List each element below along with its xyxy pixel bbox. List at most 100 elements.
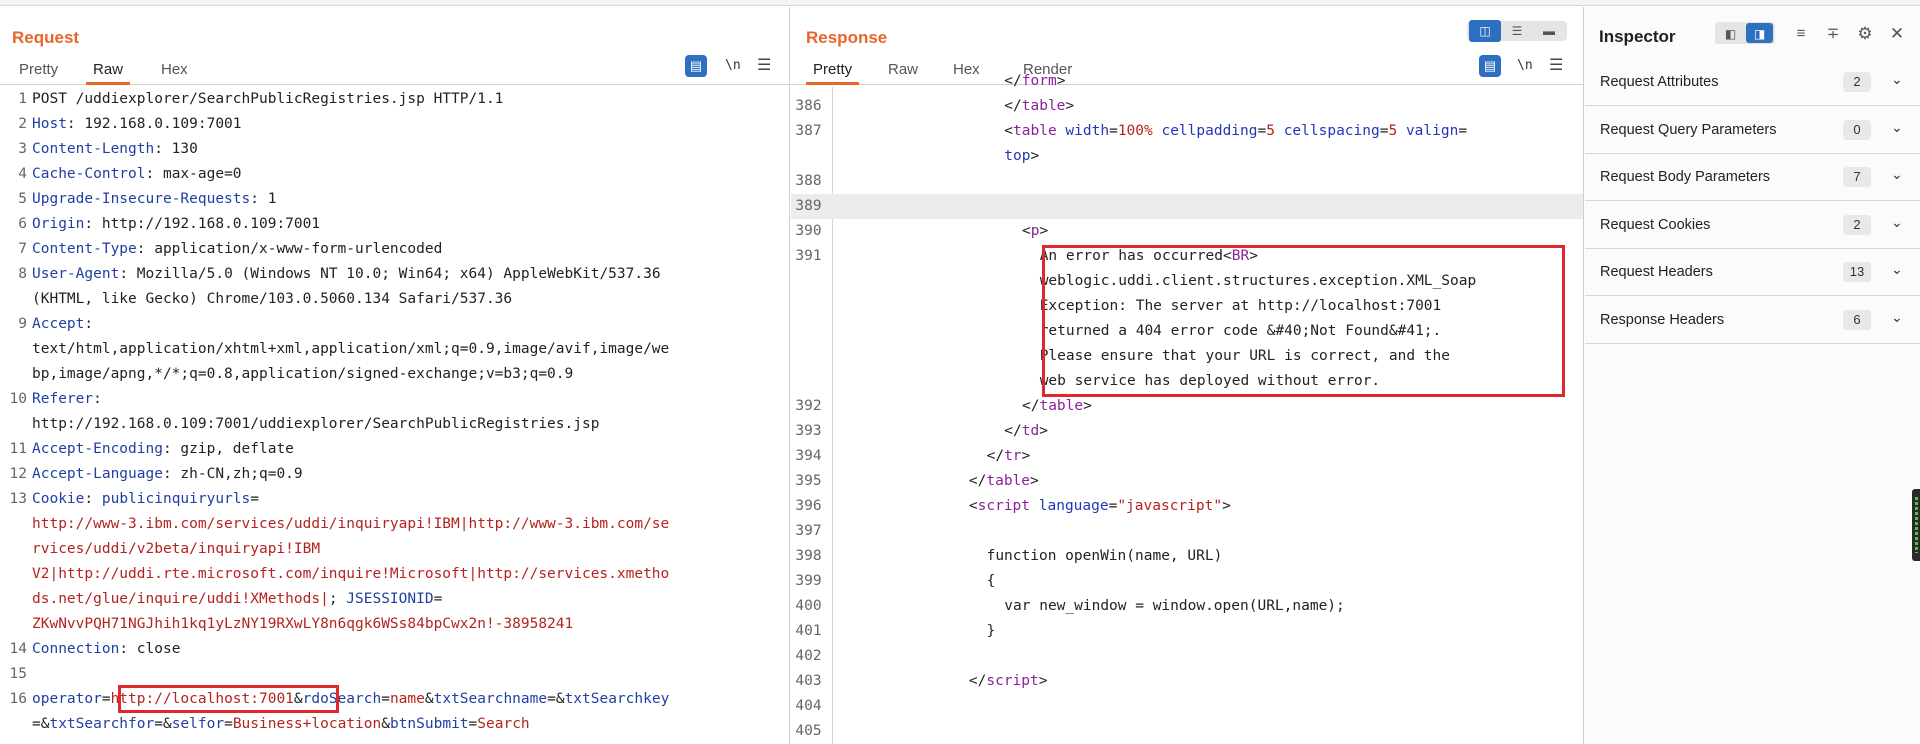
close-icon[interactable]: ✕: [1883, 23, 1911, 45]
code-token: : application/x-www-form-urlencoded: [136, 241, 443, 257]
code-token: Business+location: [232, 716, 382, 732]
code-token: User-Agent: [32, 266, 120, 282]
request-menu-icon[interactable]: ☰: [757, 55, 771, 75]
gear-icon[interactable]: ⚙: [1851, 23, 1879, 45]
code-text: POST /uddiexplorer/SearchPublicRegistrie…: [32, 87, 503, 112]
code-line: 5 Upgrade-Insecure-Requests: 1: [0, 187, 789, 212]
line-number: 1: [18, 91, 27, 107]
chevron-down-icon[interactable]: ⌄: [1891, 214, 1903, 231]
chevron-down-icon[interactable]: ⌄: [1891, 119, 1903, 136]
code-token: var new_window = window.open(URL,name);: [1004, 598, 1345, 614]
code-token: =: [433, 591, 443, 607]
code-line: 403 </script>: [791, 669, 1583, 694]
inspector-collapsed-icon[interactable]: ◧: [1717, 23, 1744, 43]
chevron-down-icon[interactable]: ⌄: [1891, 309, 1903, 326]
inspector-section-label: Request Attributes: [1600, 74, 1719, 90]
code-line: 8 User-Agent: Mozilla/5.0 (Windows NT 10.…: [0, 262, 789, 287]
code-text: Referer:: [32, 387, 102, 412]
chevron-down-icon[interactable]: ⌄: [1891, 261, 1903, 278]
single-view-icon[interactable]: ▬: [1533, 20, 1565, 42]
response-editor[interactable]: </form> 386 </table> 387 <table width=100% c…: [791, 73, 1583, 744]
inspector-count-badge: 6: [1843, 309, 1871, 330]
request-tab-hex[interactable]: Hex: [154, 59, 195, 85]
code-text: rvices/uddi/v2beta/inquiryapi!IBM: [32, 537, 320, 562]
code-text: http://www-3.ibm.com/services/uddi/inqui…: [32, 512, 669, 537]
line-number: 16: [9, 691, 27, 707]
code-token: table: [986, 473, 1031, 489]
collapse-all-icon[interactable]: ∓: [1819, 23, 1847, 45]
code-token: Referer: [32, 391, 94, 407]
code-line: 13 Cookie: publicinquiryurls=: [0, 487, 789, 512]
inspector-section[interactable]: Response Headers 6 ⌄: [1585, 297, 1920, 344]
inspector-section[interactable]: Request Query Parameters 0 ⌄: [1585, 107, 1920, 154]
code-line: returned a 404 error code &#40;Not Found…: [791, 319, 1583, 344]
line-number: 393: [795, 423, 822, 439]
code-line: 397: [791, 519, 1583, 544]
request-editor[interactable]: 1 POST /uddiexplorer/SearchPublicRegistri…: [0, 87, 789, 744]
code-token: td: [1021, 423, 1040, 439]
code-line: 399 {: [791, 569, 1583, 594]
expand-all-icon[interactable]: ≡: [1787, 23, 1815, 45]
code-text: An error has occurred<BR>: [1040, 244, 1258, 269]
request-tab-pretty[interactable]: Pretty: [12, 59, 65, 85]
line-number: 11: [9, 441, 27, 457]
code-token: =: [1109, 123, 1118, 139]
code-token: >: [1021, 448, 1031, 464]
line-number: 15: [9, 666, 27, 682]
code-text: Please ensure that your URL is correct, …: [1040, 344, 1450, 369]
scroll-indicator[interactable]: [1912, 489, 1920, 561]
code-line: 10 Referer:: [0, 387, 789, 412]
inspector-expanded-icon[interactable]: ◨: [1746, 23, 1773, 43]
line-number: 398: [795, 548, 822, 564]
code-token: >: [1030, 473, 1039, 489]
code-token: : Mozilla/5.0 (Windows NT 10.0; Win64; x…: [119, 266, 661, 282]
line-number: 399: [795, 573, 822, 589]
line-number: 387: [795, 123, 822, 139]
code-text: </script>: [969, 669, 1048, 694]
code-line: 4 Cache-Control: max-age=0: [0, 162, 789, 187]
split-vertical-icon[interactable]: ☰: [1501, 20, 1533, 42]
line-number: 5: [18, 191, 27, 207]
code-token: valign: [1405, 123, 1459, 139]
code-token: txtSearchname: [433, 691, 548, 707]
code-text: </table>: [969, 469, 1039, 494]
code-token: operator: [32, 691, 102, 707]
code-text: Upgrade-Insecure-Requests: 1: [32, 187, 276, 212]
code-token: : 1: [250, 191, 277, 207]
chevron-down-icon[interactable]: ⌄: [1891, 166, 1903, 183]
inspector-count-badge: 0: [1843, 119, 1871, 140]
line-number: 2: [18, 116, 27, 132]
request-tab-raw[interactable]: Raw: [86, 59, 131, 85]
code-token: rdoSearch: [302, 691, 382, 707]
inspector-section[interactable]: Request Attributes 2 ⌄: [1585, 59, 1920, 106]
code-token: &: [293, 691, 303, 707]
code-token: >: [1030, 148, 1040, 164]
code-token: An error has occurred<: [1039, 248, 1232, 264]
inspector-count-badge: 13: [1843, 262, 1871, 282]
code-token: =&: [32, 716, 50, 732]
inspector-section[interactable]: Request Body Parameters 7 ⌄: [1585, 154, 1920, 201]
code-token: >: [1056, 73, 1066, 89]
pretty-print-icon[interactable]: ▤: [685, 55, 707, 77]
line-number: 4: [18, 166, 27, 182]
code-text: ds.net/glue/inquire/uddi!XMethods|; JSES…: [32, 587, 442, 612]
code-token: 5: [1388, 123, 1398, 139]
newline-toggle[interactable]: \n: [725, 58, 741, 73]
code-token: =&: [154, 716, 172, 732]
code-token: =: [1257, 123, 1267, 139]
code-token: Please ensure that your URL is correct, …: [1039, 348, 1450, 364]
code-line: http://www-3.ibm.com/services/uddi/inqui…: [0, 512, 789, 537]
code-token: weblogic.uddi.client.structures.exceptio…: [1039, 273, 1477, 289]
inspector-section-label: Request Query Parameters: [1600, 121, 1777, 138]
code-text: Origin: http://192.168.0.109:7001: [32, 212, 320, 237]
line-number: 386: [795, 98, 822, 114]
chevron-down-icon[interactable]: ⌄: [1891, 71, 1903, 88]
inspector-section[interactable]: Request Headers 13 ⌄: [1585, 249, 1920, 296]
inspector-section-label: Response Headers: [1600, 311, 1725, 328]
line-number: 9: [18, 316, 27, 332]
code-line: 386 </table>: [791, 94, 1583, 119]
inspector-section[interactable]: Request Cookies 2 ⌄: [1585, 202, 1920, 249]
split-horizontal-icon[interactable]: ◫: [1469, 20, 1501, 42]
